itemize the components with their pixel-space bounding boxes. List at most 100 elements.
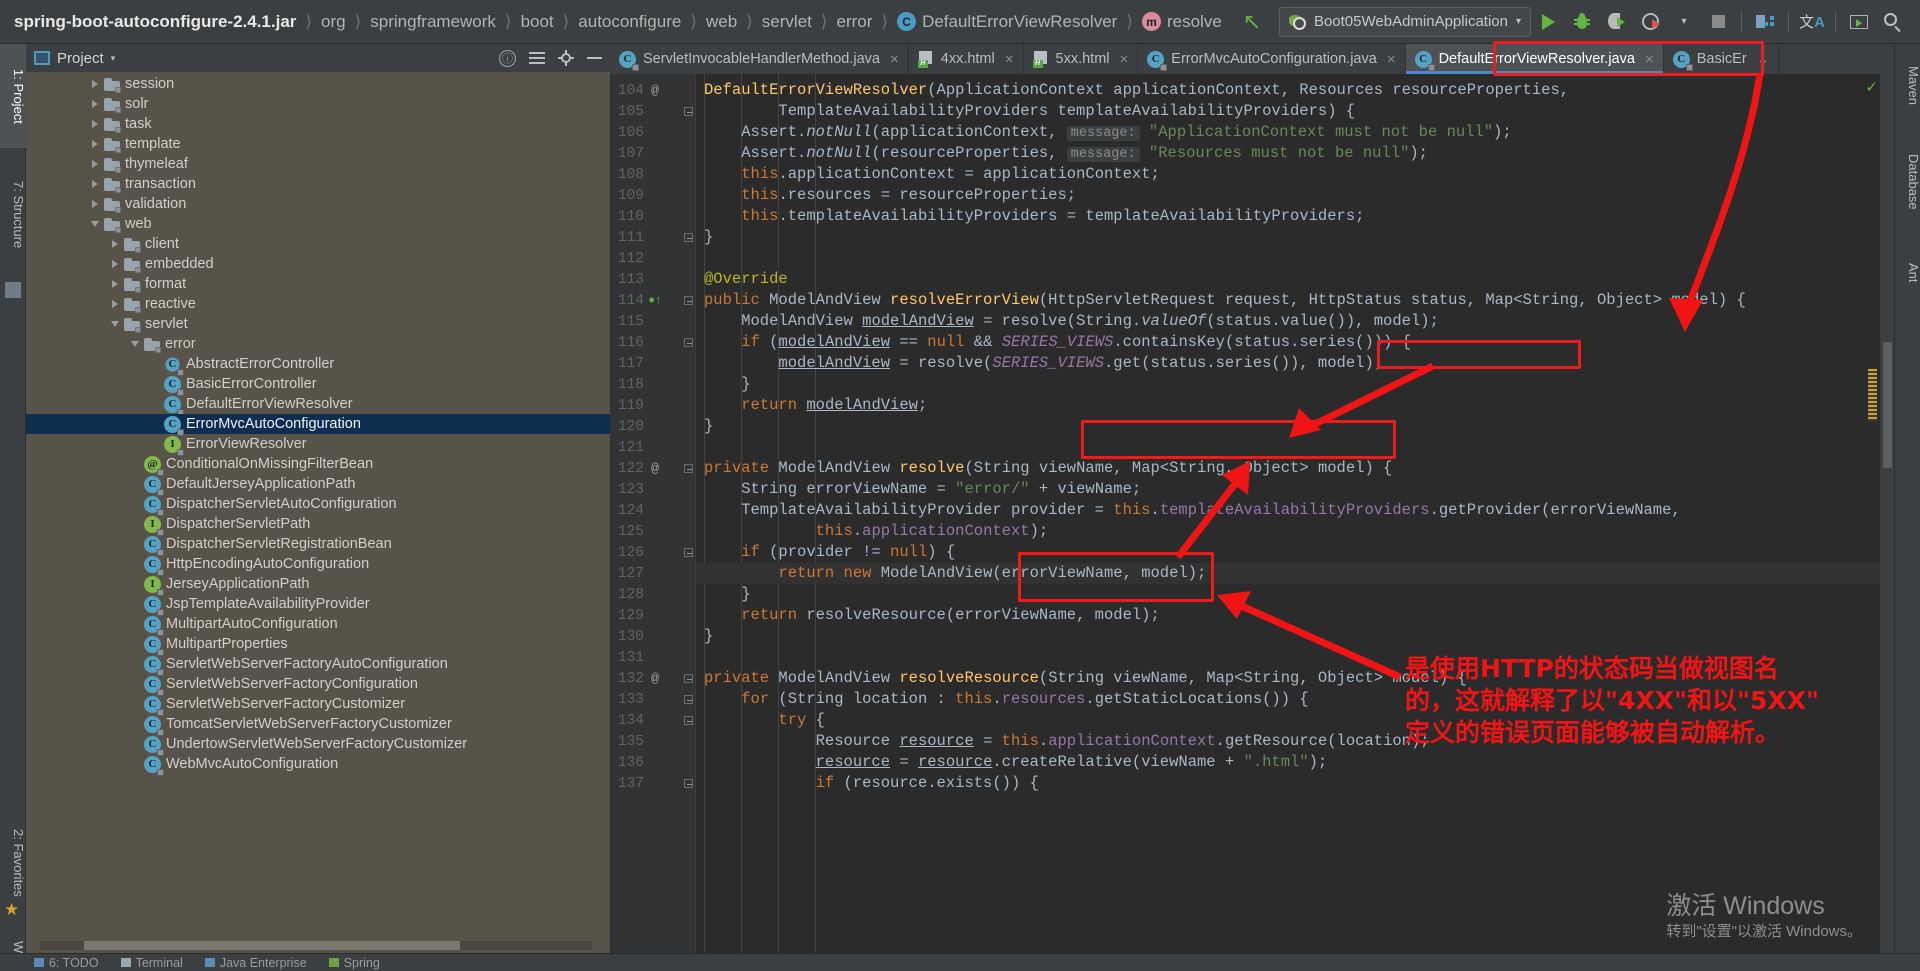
chevron-right-icon[interactable] <box>86 100 104 108</box>
stop-button[interactable] <box>1701 5 1735 39</box>
chevron-right-icon[interactable] <box>106 240 124 248</box>
close-icon[interactable]: × <box>1120 51 1129 68</box>
code-line[interactable]: DefaultErrorViewResolver(ApplicationCont… <box>704 80 1569 101</box>
chevron-right-icon[interactable] <box>86 180 104 188</box>
tree-row[interactable]: C ServletWebServerFactoryCustomizer <box>26 694 610 716</box>
tree-row[interactable]: C ServletWebServerFactoryConfiguration <box>26 674 610 696</box>
run-configuration-selector[interactable]: Boot05WebAdminApplication ▾ <box>1278 6 1531 37</box>
code-line[interactable]: } <box>704 416 713 437</box>
tree-row[interactable]: I ErrorViewResolver <box>26 434 610 456</box>
tree-row[interactable]: C DefaultErrorViewResolver <box>26 394 610 416</box>
tree-row[interactable]: C DefaultJerseyApplicationPath <box>26 474 610 496</box>
project-structure-button[interactable] <box>1748 5 1782 39</box>
run-button[interactable] <box>1531 5 1565 39</box>
tree-row[interactable]: C HttpEncodingAutoConfiguration <box>26 554 610 576</box>
terminal-button[interactable] <box>1842 5 1876 39</box>
editor-tab[interactable]: H 5xx.html × <box>1024 44 1139 74</box>
breadcrumb-item[interactable]: autoconfigure <box>578 12 681 32</box>
code-line[interactable]: } <box>704 626 713 647</box>
tree-row[interactable]: C MultipartProperties <box>26 634 610 656</box>
overriding-method-gutter-icon[interactable]: ●↑ <box>647 295 663 307</box>
gear-icon[interactable] <box>558 50 574 66</box>
code-line[interactable]: TemplateAvailabilityProvider provider = … <box>704 500 1681 521</box>
code-fold-toggle[interactable] <box>682 689 694 710</box>
highlight-icon[interactable]: ⓘ <box>499 49 516 67</box>
breadcrumb-item[interactable]: error <box>837 12 873 32</box>
status-item-spring[interactable]: Spring <box>328 956 380 970</box>
code-fold-toggle[interactable] <box>682 458 694 479</box>
tree-row[interactable]: transaction <box>26 174 610 194</box>
code-fold-toggle[interactable] <box>682 710 694 731</box>
chevron-right-icon[interactable] <box>106 280 124 288</box>
code-line[interactable]: private ModelAndView resolve(String view… <box>704 458 1392 479</box>
tree-row-selected[interactable]: C ErrorMvcAutoConfiguration <box>26 414 610 436</box>
code-line[interactable]: return modelAndView; <box>704 395 927 416</box>
code-line[interactable]: modelAndView = resolve(SERIES_VIEWS.get(… <box>704 353 1383 374</box>
tree-row[interactable]: servlet <box>26 314 610 334</box>
code-line[interactable]: } <box>704 584 750 605</box>
project-tree-horizontal-scrollbar[interactable] <box>40 941 592 950</box>
code-line[interactable]: String errorViewName = "error/" + viewNa… <box>704 479 1141 500</box>
code-fold-toggle[interactable] <box>682 668 694 689</box>
breadcrumb-item[interactable]: servlet <box>762 12 812 32</box>
code-line[interactable]: for (String location : this.resources.ge… <box>704 689 1308 710</box>
sidebar-item-maven[interactable]: Maven <box>1895 44 1920 128</box>
code-fold-toggle[interactable] <box>682 227 694 248</box>
annotation-gutter-icon[interactable]: @ <box>647 83 663 98</box>
breadcrumb-item[interactable]: boot <box>521 12 554 32</box>
chevron-right-icon[interactable] <box>86 120 104 128</box>
chevron-down-icon[interactable] <box>106 321 124 327</box>
close-icon[interactable]: × <box>1645 51 1654 68</box>
hide-panel-icon[interactable] <box>587 57 602 59</box>
code-line[interactable]: } <box>704 374 750 395</box>
code-fold-toggle[interactable] <box>682 290 694 311</box>
tree-row[interactable]: task <box>26 114 610 134</box>
sidebar-item-project[interactable]: 1: Project <box>0 44 26 148</box>
chevron-right-icon[interactable] <box>86 140 104 148</box>
code-line[interactable]: if (modelAndView == null && SERIES_VIEWS… <box>704 332 1411 353</box>
code-line[interactable]: @Override <box>704 269 788 290</box>
tree-row[interactable]: I JerseyApplicationPath <box>26 574 610 596</box>
tree-row[interactable]: thymeleaf <box>26 154 610 174</box>
collapse-all-icon[interactable] <box>529 51 545 65</box>
tree-row[interactable]: I DispatcherServletPath <box>26 514 610 536</box>
debug-button[interactable] <box>1565 5 1599 39</box>
code-content[interactable]: DefaultErrorViewResolver(ApplicationCont… <box>696 74 1894 953</box>
inspection-ok-icon[interactable]: ✓ <box>1865 78 1878 96</box>
tree-row[interactable]: session <box>26 74 610 94</box>
breadcrumb-item[interactable]: resolve <box>1167 12 1222 32</box>
code-fold-toggle[interactable] <box>682 773 694 794</box>
code-line[interactable]: try { <box>704 710 825 731</box>
code-line[interactable]: Assert.notNull(resourceProperties, messa… <box>704 143 1428 164</box>
code-line[interactable]: resource = resource.createRelative(viewN… <box>704 752 1328 773</box>
code-line[interactable]: this.applicationContext); <box>704 521 1049 542</box>
code-line[interactable]: if (provider != null) { <box>704 542 955 563</box>
tree-row[interactable]: web <box>26 214 610 234</box>
navigate-back-icon[interactable]: ↖ <box>1235 10 1269 33</box>
tree-row[interactable]: @ ConditionalOnMissingFilterBean <box>26 454 610 476</box>
code-line[interactable]: return new ModelAndView(errorViewName, m… <box>704 563 1206 584</box>
run-with-coverage-button[interactable] <box>1599 5 1633 39</box>
tree-row[interactable]: embedded <box>26 254 610 274</box>
project-tree[interactable]: session solr task template thymeleaf transact… <box>26 72 610 953</box>
editor-tab[interactable]: C BasicEr ⌄ <box>1664 44 1780 74</box>
chevron-right-icon[interactable] <box>86 200 104 208</box>
close-icon[interactable]: × <box>1387 51 1396 68</box>
editor-gutter[interactable]: 104 @105 106 107 108 109 110 111 112 113 114 ●↑ 115 1… <box>610 74 696 953</box>
breadcrumb-item[interactable]: DefaultErrorViewResolver <box>922 12 1117 32</box>
translate-button[interactable]: 文A <box>1795 5 1829 39</box>
warning-stripe-marks[interactable] <box>1868 369 1877 421</box>
status-item-todo[interactable]: 6: TODO <box>34 956 99 970</box>
code-fold-toggle[interactable] <box>682 332 694 353</box>
code-line[interactable]: TemplateAvailabilityProviders templateAv… <box>704 101 1355 122</box>
editor-scrollbar[interactable] <box>1880 74 1894 953</box>
scrollbar-thumb[interactable] <box>84 941 460 950</box>
breadcrumb-item[interactable]: spring-boot-autoconfigure-2.4.1.jar <box>14 12 296 32</box>
tree-row[interactable]: client <box>26 234 610 254</box>
editor-tab[interactable]: H 4xx.html × <box>909 44 1024 74</box>
chevron-down-icon[interactable]: ⌄ <box>1757 50 1770 68</box>
chevron-right-icon[interactable] <box>86 80 104 88</box>
tree-row[interactable]: validation <box>26 194 610 214</box>
code-line[interactable]: this.resources = resourceProperties; <box>704 185 1076 206</box>
annotation-gutter-icon[interactable]: @ <box>647 461 663 476</box>
